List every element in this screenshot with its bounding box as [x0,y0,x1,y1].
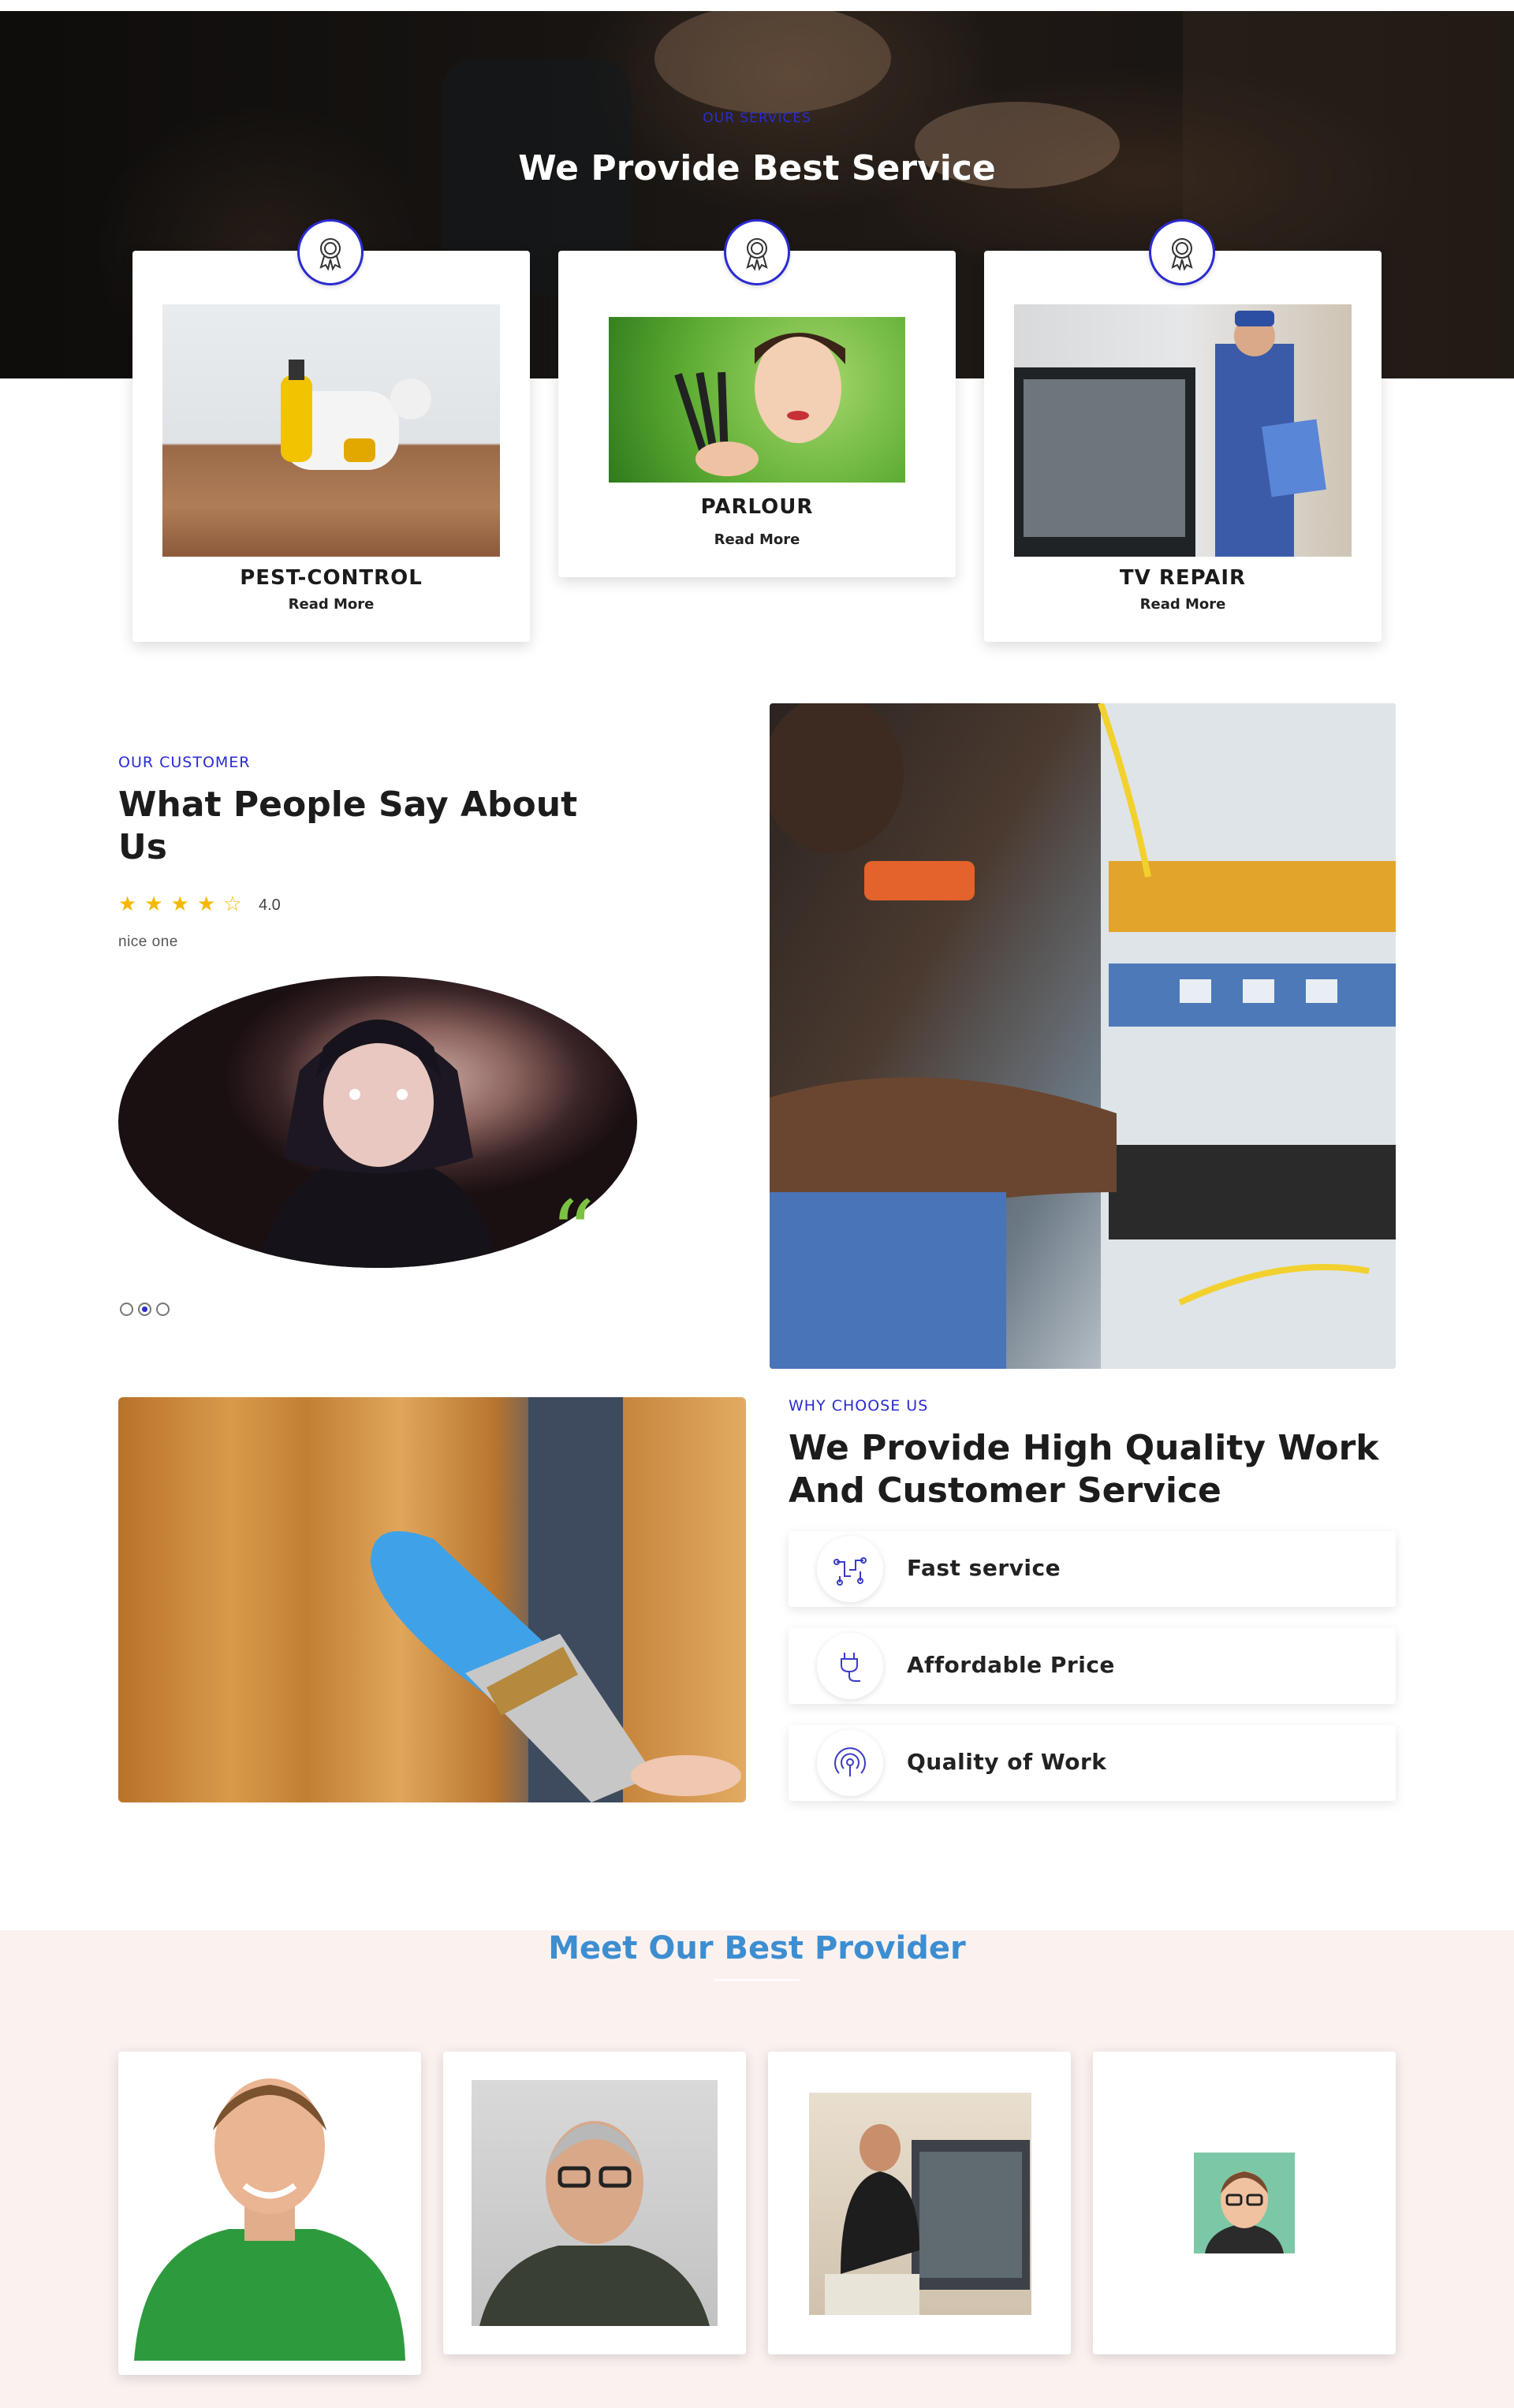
circuit-icon [817,1536,883,1602]
feature-label: Affordable Price [907,1652,1115,1678]
award-ribbon-icon [724,219,790,285]
tv-repair-photo [1014,304,1352,557]
testimonial-title-line2: Us [118,827,167,867]
slide-dot-3[interactable] [156,1303,170,1316]
provider-card-2[interactable] [443,2052,746,2354]
service-name: PARLOUR [700,495,814,519]
plug-icon [817,1633,883,1699]
testimonial-eyebrow: OUR CUSTOMER [118,754,251,771]
award-ribbon-icon [1149,219,1215,285]
review-text: nice one [118,934,178,950]
parlour-photo [609,317,905,483]
slide-dot-1[interactable] [120,1303,133,1316]
why-choose-title-line1: We Provide High Quality Work [789,1428,1379,1468]
provider-card-4[interactable] [1093,2052,1396,2354]
why-choose-eyebrow: WHY CHOOSE US [789,1397,929,1415]
provider-photo [134,2067,405,2361]
service-card-parlour[interactable]: PARLOUR Read More [558,251,956,577]
services-title: We Provide Best Service [518,148,996,188]
star-filled-icon: ★ [170,892,189,915]
provider-card-3[interactable] [768,2052,1071,2354]
service-card-tv-repair[interactable]: TV REPAIR Read More [984,251,1382,642]
service-card-pest-control[interactable]: PEST-CONTROL Read More [132,251,530,642]
star-filled-icon: ★ [144,892,163,915]
provider-card-1[interactable] [118,2052,421,2375]
provider-photo [1194,2153,1295,2253]
read-more-link[interactable]: Read More [558,531,956,548]
paint-brush-photo [118,1397,746,1802]
rating-value: 4.0 [259,896,281,914]
provider-photo [472,2080,718,2326]
service-name: TV REPAIR [1119,566,1247,590]
feature-quality-of-work[interactable]: Quality of Work [789,1725,1396,1801]
title-divider [714,1979,800,1981]
feature-label: Fast service [907,1555,1061,1581]
award-ribbon-icon [297,219,364,285]
star-filled-icon: ★ [118,892,137,915]
feature-label: Quality of Work [907,1749,1107,1775]
read-more-link[interactable]: Read More [984,596,1382,613]
broadcast-icon [817,1730,883,1796]
star-empty-icon: ☆ [223,892,242,915]
provider-photo [809,2093,1031,2315]
star-rating: ★ ★ ★ ★ ☆ [118,893,242,914]
providers-title: Meet Our Best Provider [548,1930,966,1966]
quote-icon: “ [550,1182,595,1283]
why-choose-title-line2: And Customer Service [789,1471,1221,1511]
slide-dot-2[interactable] [138,1303,151,1316]
service-name: PEST-CONTROL [240,566,423,590]
pest-control-photo [162,304,500,557]
testimonial-title-line1: What People Say About [118,785,578,825]
services-eyebrow: OUR SERVICES [703,110,811,126]
network-technician-photo [770,703,1396,1369]
feature-affordable-price[interactable]: Affordable Price [789,1628,1396,1704]
read-more-link[interactable]: Read More [132,596,530,613]
testimonial-pagination [120,1303,170,1316]
star-filled-icon: ★ [196,892,216,915]
feature-fast-service[interactable]: Fast service [789,1531,1396,1607]
